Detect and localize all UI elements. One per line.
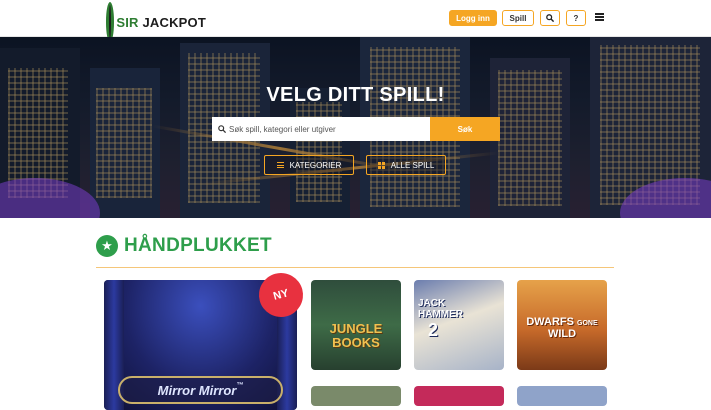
all-games-button[interactable]: ALLE SPILL bbox=[366, 155, 446, 175]
search-icon bbox=[218, 125, 226, 133]
game-tile[interactable] bbox=[517, 386, 607, 406]
logo-text: SIR JACKPOT bbox=[116, 14, 206, 30]
top-header: SIR JACKPOT Logg inn Spill ? bbox=[0, 0, 711, 42]
logo-badge-icon bbox=[106, 2, 115, 42]
all-games-label: ALLE SPILL bbox=[390, 160, 435, 170]
site-logo[interactable]: SIR JACKPOT bbox=[106, 2, 206, 42]
section-header: ★ HÅNDPLUKKET bbox=[96, 235, 272, 257]
games-button[interactable]: Spill bbox=[502, 10, 534, 26]
categories-label: KATEGORIER bbox=[289, 160, 342, 170]
section-divider bbox=[96, 267, 614, 268]
search-placeholder: Søk spill, kategori eller utgiver bbox=[229, 124, 336, 134]
grid-icon bbox=[377, 161, 385, 169]
game-tile[interactable] bbox=[414, 386, 504, 406]
game-tile-jack-hammer-2[interactable]: JACK HAMMER 2 bbox=[414, 280, 504, 370]
game-tile[interactable] bbox=[311, 386, 401, 406]
game-tile-jungle-books[interactable]: JUNGLE BOOKS bbox=[311, 280, 401, 370]
star-icon: ★ bbox=[96, 235, 118, 257]
game-title: JACK HAMMER bbox=[418, 298, 463, 320]
categories-button[interactable]: KATEGORIER bbox=[264, 155, 354, 175]
login-button[interactable]: Logg inn bbox=[449, 10, 497, 26]
game-title: JUNGLE BOOKS bbox=[329, 321, 383, 350]
section-title: HÅNDPLUKKET bbox=[124, 235, 272, 256]
search-button[interactable] bbox=[540, 10, 560, 26]
game-search-input[interactable]: Søk spill, kategori eller utgiver bbox=[212, 117, 430, 141]
menu-icon[interactable] bbox=[595, 13, 604, 21]
list-icon bbox=[276, 162, 284, 168]
game-tile-dwarfs-gone-wild[interactable]: DWARFS GONE WILD bbox=[517, 280, 607, 370]
search-submit-button[interactable]: Søk bbox=[430, 117, 500, 141]
game-search-bar: Søk spill, kategori eller utgiver Søk bbox=[212, 117, 500, 141]
game-number: 2 bbox=[428, 320, 439, 340]
search-icon bbox=[546, 14, 554, 22]
hero-title: VELG DITT SPILL! bbox=[266, 84, 445, 106]
help-button[interactable]: ? bbox=[566, 10, 586, 26]
game-title: DWARFS GONE WILD bbox=[526, 316, 598, 340]
